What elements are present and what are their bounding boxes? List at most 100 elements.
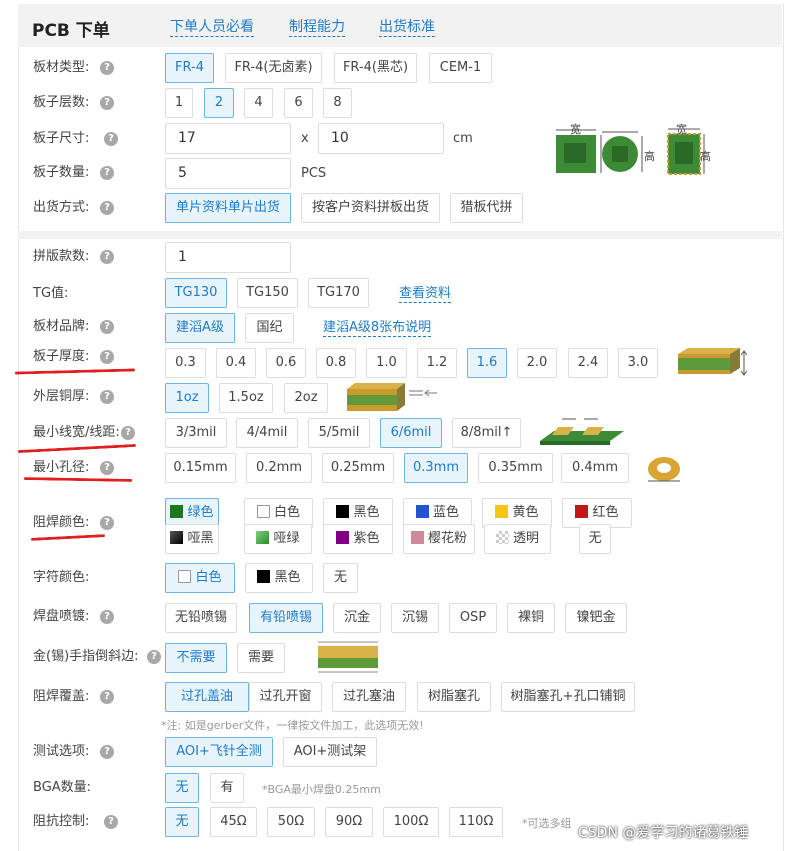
option-bga-0[interactable]: 无 (165, 773, 199, 803)
option-via-4[interactable]: 树脂塞孔+孔口铺铜 (501, 682, 635, 712)
board-width-input[interactable]: 17 (165, 123, 291, 154)
help-icon[interactable]: ? (100, 745, 114, 759)
option-tg-2[interactable]: TG170 (308, 278, 369, 308)
option-via-0[interactable]: 过孔盖油 (165, 682, 249, 712)
option-mask-color-6[interactable]: 哑黑 (165, 524, 219, 554)
board-height-input[interactable]: 10 (318, 123, 444, 154)
panel-count-input[interactable]: 1 (165, 242, 291, 273)
link-order-notice[interactable]: 下单人员必看 (170, 19, 254, 37)
option-tg-1[interactable]: TG150 (237, 278, 298, 308)
help-icon[interactable]: ? (100, 690, 114, 704)
option-thickness-8[interactable]: 2.4 (568, 348, 608, 378)
option-trace-1[interactable]: 4/4mil (236, 418, 298, 448)
help-icon[interactable]: ? (100, 201, 114, 215)
option-tg-0[interactable]: TG130 (165, 278, 227, 308)
option-bevel-1[interactable]: 需要 (237, 643, 285, 673)
option-hole-1[interactable]: 0.2mm (246, 453, 312, 483)
help-icon[interactable]: ? (100, 250, 114, 264)
option-board-material-3[interactable]: CEM-1 (429, 53, 492, 83)
help-icon[interactable]: ? (100, 96, 114, 110)
help-icon[interactable]: ? (104, 815, 118, 829)
option-silk-color-2[interactable]: 无 (323, 563, 358, 593)
option-hole-3[interactable]: 0.3mm (404, 453, 468, 483)
link-brand-info[interactable]: 建滔A级8张布说明 (323, 320, 432, 337)
option-impedance-1[interactable]: 45Ω (210, 807, 257, 837)
option-copper-2[interactable]: 2oz (284, 383, 328, 413)
help-icon[interactable]: ? (104, 132, 118, 146)
help-icon[interactable]: ? (100, 320, 114, 334)
option-silk-color-1[interactable]: 黑色 (245, 563, 313, 593)
help-icon[interactable]: ? (100, 516, 114, 530)
option-hole-0[interactable]: 0.15mm (165, 453, 236, 483)
option-trace-2[interactable]: 5/5mil (308, 418, 370, 448)
option-impedance-2[interactable]: 50Ω (267, 807, 315, 837)
help-icon[interactable]: ? (100, 610, 114, 624)
option-silk-color-0[interactable]: 白色 (165, 563, 235, 593)
help-icon[interactable]: ? (100, 461, 114, 475)
link-process-capability[interactable]: 制程能力 (289, 19, 345, 37)
option-copper-1[interactable]: 1.5oz (219, 383, 273, 413)
option-thickness-6[interactable]: 1.6 (467, 348, 507, 378)
option-layers-1[interactable]: 2 (204, 88, 234, 118)
option-layers-3[interactable]: 6 (284, 88, 313, 118)
help-icon[interactable]: ? (121, 426, 135, 440)
option-via-2[interactable]: 过孔塞油 (332, 682, 406, 712)
option-finish-4[interactable]: OSP (449, 603, 497, 633)
option-mask-color-10[interactable]: 透明 (484, 524, 551, 554)
option-trace-3[interactable]: 6/6mil (380, 418, 442, 448)
option-board-material-2[interactable]: FR-4(黑芯) (334, 53, 417, 83)
option-mask-color-11[interactable]: 无 (579, 524, 611, 554)
option-layers-4[interactable]: 8 (323, 88, 352, 118)
option-test-0[interactable]: AOI+飞针全测 (165, 737, 273, 767)
option-hole-2[interactable]: 0.25mm (322, 453, 394, 483)
quantity-input[interactable]: 5 (165, 158, 291, 189)
help-icon[interactable]: ? (100, 390, 114, 404)
option-shipping-1[interactable]: 按客户资料拼板出货 (301, 193, 440, 223)
option-finish-1[interactable]: 有铅喷锡 (249, 603, 323, 633)
option-thickness-4[interactable]: 1.0 (366, 348, 407, 378)
option-brand-1[interactable]: 国纪 (245, 313, 294, 343)
option-thickness-0[interactable]: 0.3 (165, 348, 206, 378)
option-thickness-9[interactable]: 3.0 (618, 348, 658, 378)
option-hole-4[interactable]: 0.35mm (478, 453, 553, 483)
option-via-3[interactable]: 树脂塞孔 (417, 682, 491, 712)
option-bevel-0[interactable]: 不需要 (165, 643, 227, 673)
option-copper-0[interactable]: 1oz (165, 383, 209, 413)
link-view-tg-info[interactable]: 查看资料 (399, 286, 452, 303)
option-finish-5[interactable]: 裸铜 (507, 603, 555, 633)
option-thickness-2[interactable]: 0.6 (266, 348, 306, 378)
help-icon[interactable]: ? (100, 61, 114, 75)
option-trace-4[interactable]: 8/8mil↑ (452, 418, 521, 448)
option-finish-0[interactable]: 无铅喷锡 (165, 603, 237, 633)
option-layers-0[interactable]: 1 (165, 88, 193, 118)
option-thickness-5[interactable]: 1.2 (417, 348, 457, 378)
option-via-1[interactable]: 过孔开窗 (249, 682, 322, 712)
option-mask-color-7[interactable]: 哑绿 (244, 524, 312, 554)
option-trace-0[interactable]: 3/3mil (165, 418, 227, 448)
option-board-material-0[interactable]: FR-4 (165, 53, 214, 83)
option-shipping-0[interactable]: 单片资料单片出货 (165, 193, 291, 223)
option-thickness-1[interactable]: 0.4 (216, 348, 256, 378)
option-impedance-3[interactable]: 90Ω (325, 807, 373, 837)
option-shipping-2[interactable]: 猎板代拼 (450, 193, 523, 223)
link-shipping-standard[interactable]: 出货标准 (379, 19, 435, 37)
option-test-1[interactable]: AOI+测试架 (283, 737, 377, 767)
option-thickness-3[interactable]: 0.8 (316, 348, 356, 378)
help-icon[interactable]: ? (147, 650, 161, 664)
option-bga-1[interactable]: 有 (210, 773, 244, 803)
help-icon[interactable]: ? (100, 350, 114, 364)
option-finish-3[interactable]: 沉锡 (391, 603, 439, 633)
option-thickness-7[interactable]: 2.0 (517, 348, 557, 378)
option-layers-2[interactable]: 4 (244, 88, 273, 118)
option-brand-0[interactable]: 建滔A级 (165, 313, 235, 343)
option-finish-2[interactable]: 沉金 (333, 603, 381, 633)
option-mask-color-8[interactable]: 紫色 (323, 524, 393, 554)
option-impedance-0[interactable]: 无 (165, 807, 199, 837)
help-icon[interactable]: ? (100, 166, 114, 180)
option-finish-6[interactable]: 镍钯金 (565, 603, 627, 633)
option-impedance-5[interactable]: 110Ω (449, 807, 503, 837)
option-board-material-1[interactable]: FR-4(无卤素) (225, 53, 322, 83)
option-mask-color-9[interactable]: 樱花粉 (403, 524, 475, 554)
option-hole-5[interactable]: 0.4mm (561, 453, 629, 483)
option-impedance-4[interactable]: 100Ω (383, 807, 439, 837)
